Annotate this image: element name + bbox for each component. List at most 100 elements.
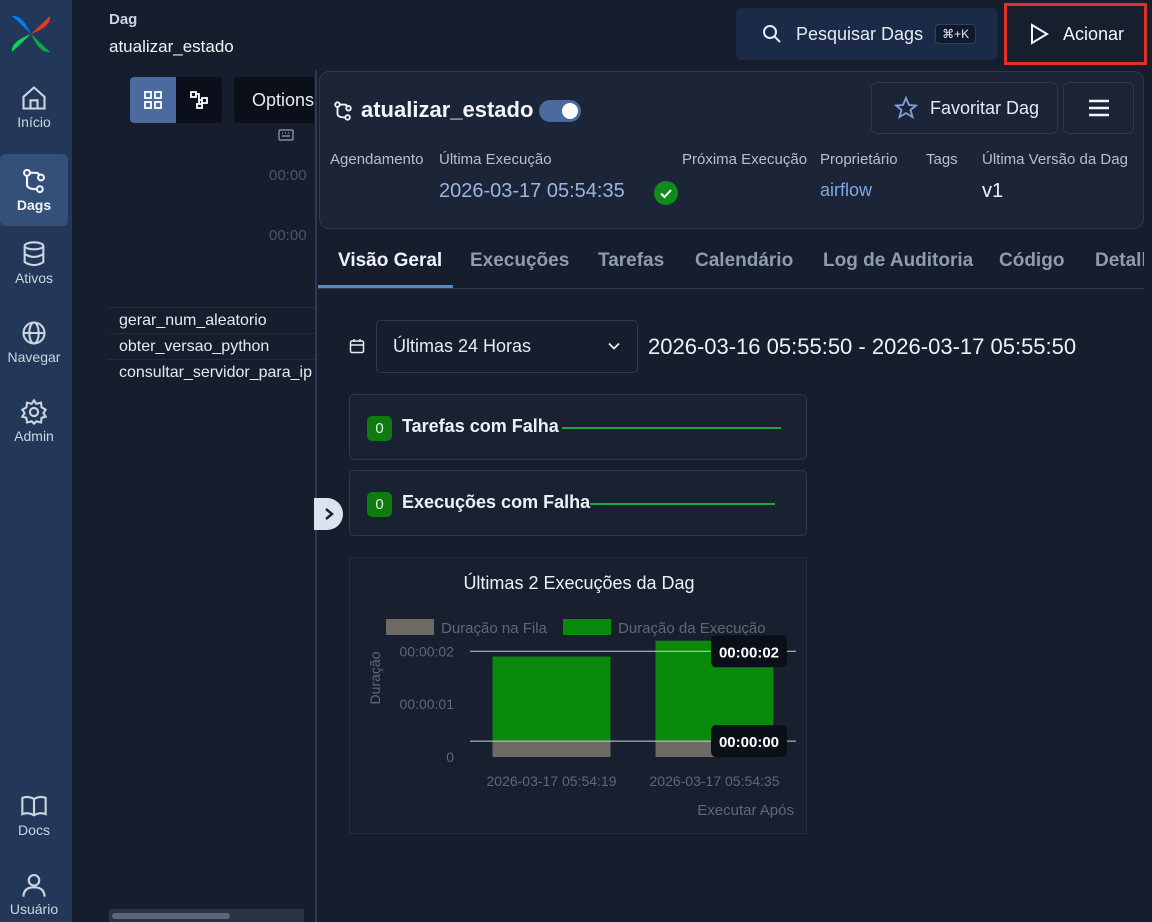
chevron-right-icon <box>324 508 334 520</box>
y-tick-label: 00:00:02 <box>400 643 455 659</box>
nav-label-admin: Admin <box>14 428 54 444</box>
horizontal-scrollbar[interactable] <box>109 909 304 922</box>
failed-runs-label: Execuções com Falha <box>402 492 591 512</box>
nav-item-user[interactable]: Usuário <box>0 871 68 917</box>
y-axis-label: Duração <box>367 651 383 704</box>
grid-icon <box>144 91 162 109</box>
failed-runs-sparkline <box>590 503 775 505</box>
graph-icon <box>190 91 208 109</box>
chart-title: Últimas 2 Execuções da Dag <box>463 572 694 593</box>
nav-item-assets[interactable]: Ativos <box>0 240 68 286</box>
nav-item-dags[interactable]: Dags <box>0 154 68 226</box>
tab-runs[interactable]: Execuções <box>470 250 569 272</box>
globe-icon <box>22 321 46 345</box>
tab-calendar[interactable]: Calendário <box>695 250 793 272</box>
more-menu-button[interactable] <box>1063 82 1134 134</box>
active-tab-indicator <box>318 285 453 288</box>
nav-item-browse[interactable]: Navegar <box>0 319 68 365</box>
tab-audit-log[interactable]: Log de Auditoria <box>823 250 973 272</box>
database-icon <box>23 241 45 267</box>
nav-label-dags: Dags <box>16 197 52 213</box>
y-tick-label: 00:00:01 <box>400 696 455 712</box>
recent-runs-chart[interactable]: Últimas 2 Execuções da Dag Duração na Fi… <box>350 558 808 835</box>
tab-tasks[interactable]: Tarefas <box>598 250 664 272</box>
home-icon <box>22 86 46 110</box>
nav-item-docs[interactable]: Docs <box>0 792 68 838</box>
last-run-value[interactable]: 2026-03-17 05:54:35 <box>439 180 625 203</box>
star-icon <box>894 96 918 119</box>
menu-icon <box>1088 99 1109 117</box>
nav-label-user: Usuário <box>9 901 59 917</box>
success-check-icon <box>654 181 678 205</box>
time-tick: 00:00 <box>269 227 307 244</box>
dag-pause-toggle[interactable] <box>539 100 581 122</box>
reference-line-label: 00:00:02 <box>719 644 779 661</box>
failed-tasks-count: 0 <box>367 416 392 441</box>
chevron-down-icon <box>608 342 620 350</box>
failed-tasks-card[interactable]: 0 Tarefas com Falha <box>349 394 807 460</box>
play-icon <box>1031 23 1049 45</box>
scrollbar-thumb[interactable] <box>112 913 230 919</box>
panel-divider[interactable] <box>315 70 317 922</box>
keyboard-icon[interactable] <box>278 129 294 141</box>
dag-tabs: Visão Geral Execuções Tarefas Calendário… <box>318 238 1144 289</box>
tab-details[interactable]: Detalhes <box>1095 250 1144 272</box>
calendar-icon <box>349 339 365 354</box>
gear-icon <box>20 398 48 426</box>
failed-tasks-label: Tarefas com Falha <box>402 416 559 436</box>
legend-label-run[interactable]: Duração da Execução <box>618 620 766 637</box>
favorite-label: Favoritar Dag <box>930 97 1040 118</box>
tab-code[interactable]: Código <box>999 250 1064 272</box>
dag-icon <box>334 101 352 121</box>
owner-link[interactable]: airflow <box>820 180 872 201</box>
user-icon <box>22 874 46 897</box>
time-range-text: 2026-03-16 05:55:50 - 2026-03-17 05:55:5… <box>648 334 1077 359</box>
tab-overview[interactable]: Visão Geral <box>338 250 442 272</box>
trigger-dag-button[interactable]: Acionar <box>1004 3 1147 65</box>
version-label: Última Versão da Dag <box>982 151 1128 168</box>
main-nav: Início Dags Ativos Navegar Admin Docs Us… <box>0 0 72 922</box>
task-list: gerar_num_aleatorio obter_versao_python … <box>109 307 317 385</box>
nav-label-docs: Docs <box>18 822 50 838</box>
options-button[interactable]: Options <box>234 77 314 123</box>
view-toggle <box>130 77 222 123</box>
airflow-logo-icon[interactable] <box>8 12 54 56</box>
nav-label-browse: Navegar <box>7 349 61 365</box>
grid-view-button[interactable] <box>130 77 176 123</box>
owner-label: Proprietário <box>820 151 898 168</box>
breadcrumb-dag-name[interactable]: atualizar_estado <box>109 37 234 57</box>
version-value: v1 <box>982 180 1004 202</box>
task-item[interactable]: obter_versao_python <box>109 333 317 359</box>
task-item[interactable]: gerar_num_aleatorio <box>109 307 317 333</box>
time-tick: 00:00 <box>269 167 307 184</box>
search-label: Pesquisar Dags <box>796 23 924 44</box>
book-icon <box>21 795 47 817</box>
dags-icon <box>23 168 45 194</box>
legend-swatch-run <box>563 619 611 635</box>
favorite-dag-button[interactable]: Favoritar Dag <box>871 82 1058 134</box>
nav-item-home[interactable]: Início <box>0 84 68 130</box>
search-shortcut: ⌘+K <box>935 24 977 44</box>
dag-header-card: atualizar_estado Favoritar Dag Agendamen… <box>319 71 1144 229</box>
task-item[interactable]: consultar_servidor_para_ip <box>109 359 317 385</box>
x-tick-label: 2026-03-17 05:54:19 <box>487 773 617 789</box>
time-range-value: Últimas 24 Horas <box>393 336 532 356</box>
tags-label: Tags <box>926 151 958 168</box>
search-dags-button[interactable]: Pesquisar Dags ⌘+K <box>736 8 998 60</box>
failed-runs-card[interactable]: 0 Execuções com Falha <box>349 470 807 536</box>
legend-label-queue[interactable]: Duração na Fila <box>441 620 548 637</box>
graph-view-button[interactable] <box>176 77 222 123</box>
nav-item-admin[interactable]: Admin <box>0 398 68 444</box>
trigger-label: Acionar <box>1063 23 1125 44</box>
next-run-label: Próxima Execução <box>682 151 808 168</box>
bar-queue-duration <box>492 741 611 757</box>
collapse-panel-button[interactable] <box>314 498 343 530</box>
breadcrumb-label: Dag <box>109 11 138 28</box>
x-axis-label: Executar Após <box>697 802 794 819</box>
search-icon <box>763 25 781 43</box>
last-run-label: Última Execução <box>439 151 552 168</box>
time-range-select[interactable]: Últimas 24 Horas <box>376 320 638 373</box>
nav-label-home: Início <box>17 114 51 130</box>
nav-label-assets: Ativos <box>14 270 54 286</box>
reference-line-label: 00:00:00 <box>719 734 779 751</box>
